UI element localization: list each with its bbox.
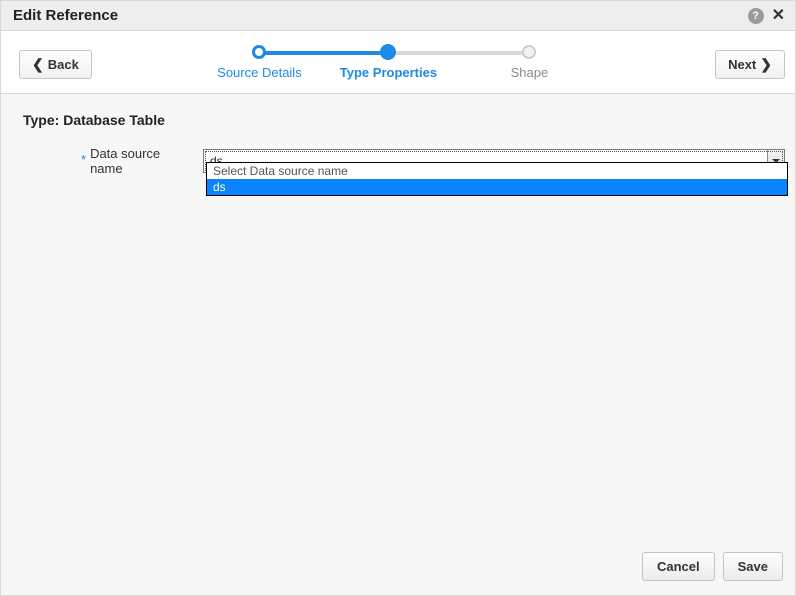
header-actions: ? ✕ — [748, 8, 785, 24]
step-label-source-details[interactable]: Source Details — [199, 65, 319, 80]
type-value: Database Table — [63, 112, 165, 128]
wizard-steps: Source Details Type Properties Shape — [92, 43, 715, 85]
wizard-track-remaining — [388, 51, 528, 55]
required-indicator: * — [81, 152, 86, 167]
wizard-body: Type: Database Table * Data source name … — [1, 94, 795, 540]
edit-reference-dialog: Edit Reference ? ✕ ❮ Back Source Details… — [0, 0, 796, 596]
chevron-left-icon: ❮ — [32, 57, 44, 71]
step-node-shape — [522, 45, 536, 59]
back-button-label: Back — [48, 57, 79, 72]
step-label-shape: Shape — [469, 65, 589, 80]
chevron-right-icon: ❯ — [760, 57, 772, 71]
data-source-name-dropdown: Select Data source name ds — [206, 162, 788, 196]
next-button[interactable]: Next ❯ — [715, 50, 785, 79]
back-button[interactable]: ❮ Back — [19, 50, 92, 79]
type-line: Type: Database Table — [23, 112, 785, 128]
save-button[interactable]: Save — [723, 552, 783, 581]
next-button-label: Next — [728, 57, 756, 72]
dialog-title: Edit Reference — [13, 7, 118, 24]
cancel-button[interactable]: Cancel — [642, 552, 715, 581]
help-icon[interactable]: ? — [748, 8, 764, 24]
step-label-type-properties: Type Properties — [328, 65, 448, 80]
step-node-type-properties[interactable] — [380, 44, 396, 60]
close-icon[interactable]: ✕ — [772, 8, 785, 24]
wizard-train: Source Details Type Properties Shape — [238, 43, 568, 85]
step-node-source-details[interactable] — [252, 45, 266, 59]
wizard-track-done — [258, 51, 388, 55]
dialog-footer: Cancel Save — [1, 540, 795, 595]
type-label: Type: — [23, 112, 59, 128]
dialog-header: Edit Reference ? ✕ — [1, 1, 795, 31]
dropdown-prompt: Select Data source name — [207, 163, 787, 179]
wizard-navbar: ❮ Back Source Details Type Properties Sh… — [1, 31, 795, 94]
dropdown-option-ds[interactable]: ds — [207, 179, 787, 195]
data-source-name-label: Data source name — [90, 146, 193, 176]
